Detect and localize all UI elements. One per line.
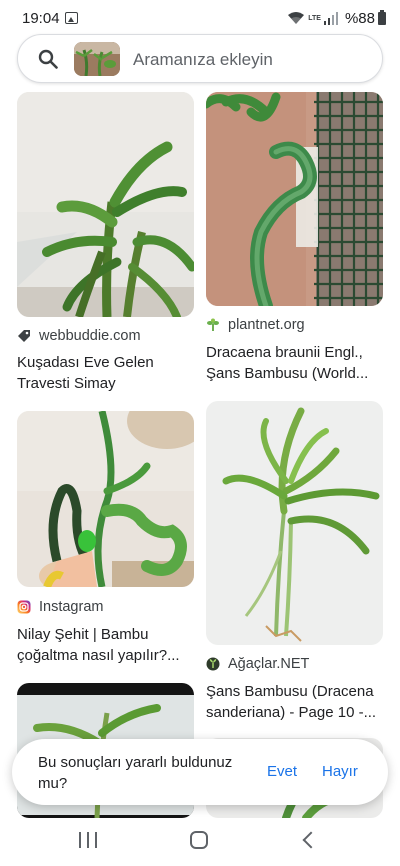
result-title-2[interactable]: Dracaena braunii Engl., Şans Bambusu (Wo… [206, 342, 384, 384]
search-input[interactable]: Aramanıza ekleyin [133, 50, 273, 70]
result-source-label: Ağaçlar.NET [228, 656, 310, 672]
tag-icon [18, 330, 30, 342]
result-source-label: plantnet.org [228, 317, 305, 333]
recent-apps-icon[interactable] [79, 832, 97, 848]
plantnet-logo-icon [207, 318, 219, 331]
result-image-4[interactable] [206, 401, 383, 645]
search-icon[interactable] [38, 49, 58, 69]
agaclar-logo-icon [206, 657, 220, 671]
back-icon[interactable] [302, 831, 320, 849]
network-type: LTE [308, 14, 321, 22]
result-title-4[interactable]: Şans Bambusu (Dracena sanderiana) - Page… [206, 681, 384, 723]
status-bar: 19:04 LTE %88 [0, 0, 400, 36]
result-image-1[interactable] [17, 92, 194, 317]
feedback-question: Bu sonuçları yararlı buldunuz mu? [38, 754, 233, 792]
instagram-icon [17, 600, 31, 614]
feedback-yes-button[interactable]: Evet [267, 763, 297, 780]
search-bar[interactable]: Aramanıza ekleyin [17, 34, 383, 83]
status-time: 19:04 [22, 10, 60, 27]
result-image-3[interactable] [17, 411, 194, 587]
result-source-4[interactable]: Ağaçlar.NET [206, 656, 309, 672]
gallery-notification-icon [65, 12, 78, 24]
wifi-icon [288, 12, 305, 24]
result-title-1[interactable]: Kuşadası Eve Gelen Travesti Simay [17, 352, 195, 394]
system-nav-bar [0, 818, 400, 866]
feedback-no-button[interactable]: Hayır [322, 763, 358, 780]
result-source-label: Instagram [39, 599, 104, 615]
status-indicators: LTE %88 [287, 8, 386, 28]
result-source-1[interactable]: webbuddie.com [17, 328, 141, 344]
result-image-2[interactable] [206, 92, 383, 306]
home-icon[interactable] [190, 831, 208, 849]
result-source-2[interactable]: plantnet.org [206, 317, 305, 333]
result-source-3[interactable]: Instagram [17, 599, 103, 615]
feedback-card: Bu sonuçları yararlı buldunuz mu? Evet H… [12, 739, 388, 805]
search-image-thumbnail[interactable] [74, 42, 120, 76]
signal-icon [323, 11, 338, 25]
battery-percent: %88 [344, 9, 375, 27]
battery-icon [378, 9, 386, 25]
result-source-label: webbuddie.com [39, 328, 141, 344]
result-title-3[interactable]: Nilay Şehit | Bambu çoğaltma nasıl yapıl… [17, 624, 195, 666]
